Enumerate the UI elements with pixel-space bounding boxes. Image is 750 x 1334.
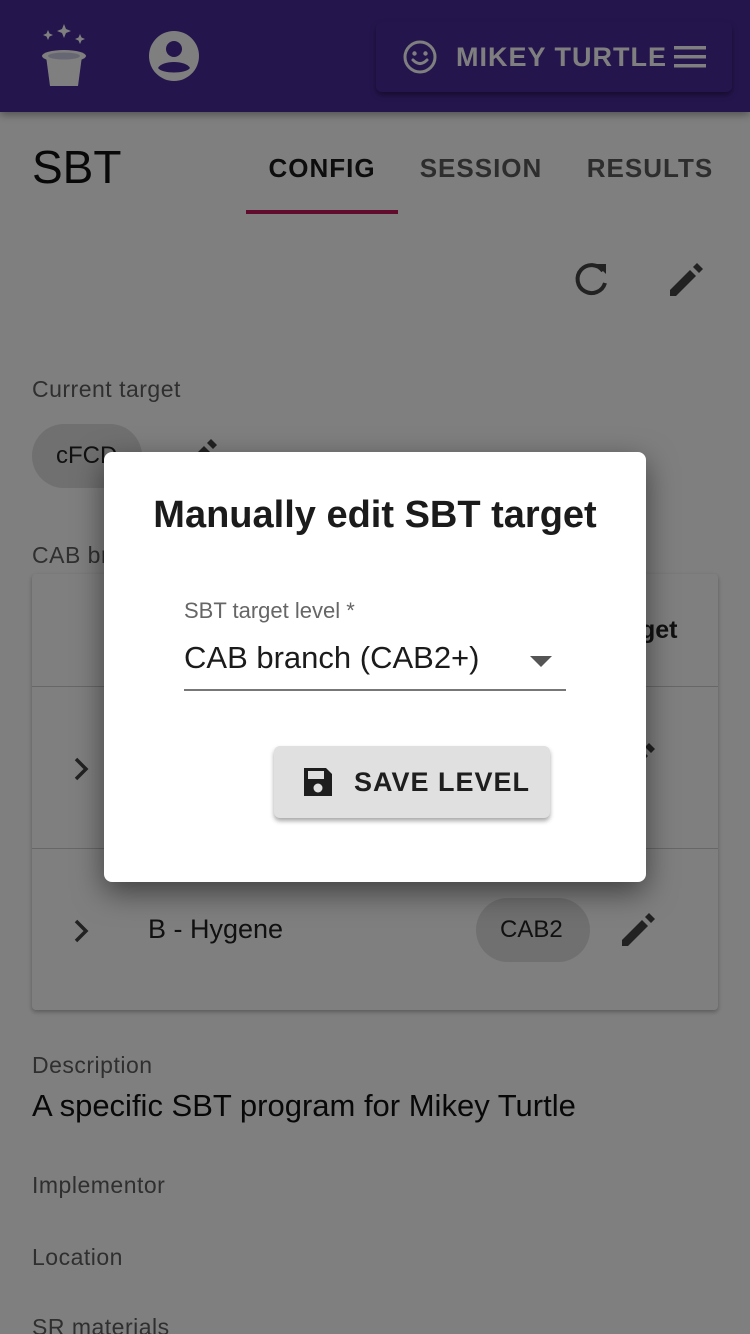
floppy-disk-icon xyxy=(304,768,332,796)
target-level-select[interactable]: CAB branch (CAB2+) xyxy=(184,640,479,676)
select-label: SBT target level * xyxy=(184,598,355,623)
edit-target-dialog: Manually edit SBT target SBT target leve… xyxy=(104,452,646,882)
select-underline xyxy=(184,689,566,691)
save-level-label: SAVE LEVEL xyxy=(354,767,531,797)
dialog-title: Manually edit SBT target xyxy=(153,494,597,536)
save-level-button[interactable]: SAVE LEVEL xyxy=(274,746,550,818)
dropdown-arrow-icon[interactable] xyxy=(530,656,552,667)
